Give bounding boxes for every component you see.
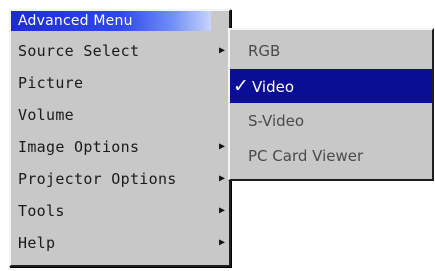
advanced-menu: Advanced Menu Source Select ▶ Picture Vo…	[9, 9, 231, 267]
submenu-arrow-icon: ▶	[218, 141, 225, 152]
menu-item-label: Help	[18, 234, 56, 252]
submenu-arrow-icon: ▶	[218, 45, 225, 56]
menu-item-label: Source Select	[18, 42, 140, 60]
menu-item-volume[interactable]: Volume	[11, 99, 229, 131]
submenu-item-label: PC Card Viewer	[248, 147, 364, 165]
submenu-arrow-icon: ▶	[218, 237, 225, 248]
menu-item-picture[interactable]: Picture	[11, 67, 229, 99]
submenu-item-pc-card-viewer[interactable]: PC Card Viewer	[230, 139, 432, 173]
submenu-item-label: S-Video	[248, 112, 305, 130]
submenu-arrow-icon: ▶	[218, 173, 225, 184]
checkmark-icon: ✓	[233, 75, 249, 97]
menu-item-label: Picture	[18, 74, 84, 92]
menu-item-projector-options[interactable]: Projector Options ▶	[11, 163, 229, 195]
menu-item-label: Tools	[18, 202, 65, 220]
submenu-item-s-video[interactable]: S-Video	[230, 104, 432, 138]
submenu-item-rgb[interactable]: RGB	[230, 34, 432, 68]
menu-item-label: Projector Options	[18, 170, 177, 188]
submenu-item-label: Video	[252, 78, 295, 96]
source-select-submenu: RGB ✓ Video S-Video PC Card Viewer	[228, 28, 434, 181]
submenu-item-video[interactable]: ✓ Video	[230, 69, 432, 103]
menu-item-image-options[interactable]: Image Options ▶	[11, 131, 229, 163]
menu-item-label: Image Options	[18, 138, 140, 156]
submenu-arrow-icon: ▶	[218, 205, 225, 216]
menu-item-label: Volume	[18, 106, 74, 124]
submenu-item-label: RGB	[248, 42, 281, 60]
menu-item-help[interactable]: Help ▶	[11, 227, 229, 259]
menu-item-tools[interactable]: Tools ▶	[11, 195, 229, 227]
menu-item-source-select[interactable]: Source Select ▶	[11, 35, 229, 67]
menu-title: Advanced Menu	[11, 11, 211, 31]
